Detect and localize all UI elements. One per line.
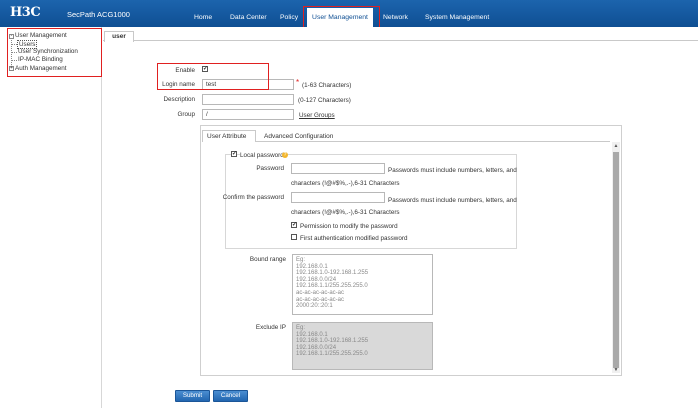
highlight-tree-box	[7, 28, 102, 77]
confirm-password-input[interactable]	[291, 192, 385, 203]
group-label: Group	[177, 111, 195, 118]
nav-policy[interactable]: Policy	[280, 14, 298, 21]
scroll-down-icon[interactable]: ▼	[612, 366, 620, 374]
required-star: *	[296, 78, 300, 87]
group-input[interactable]: /	[202, 109, 294, 120]
permission-modify-checkbox[interactable]: ✓	[291, 222, 297, 228]
product-name: SecPath ACG1000	[67, 10, 130, 19]
confirm-hint-line2: characters (!@#$%,.-),6-31 Characters	[291, 209, 400, 216]
nav-network[interactable]: Network	[383, 14, 408, 21]
permission-modify-label: Permission to modify the password	[300, 223, 398, 230]
scrollbar-thumb[interactable]	[613, 152, 619, 368]
subtab-user-attribute[interactable]: User Attribute	[207, 133, 246, 140]
confirm-password-label: Confirm the password	[222, 194, 284, 201]
highlight-form-box	[157, 63, 269, 90]
user-groups-link[interactable]: User Groups	[299, 112, 335, 119]
help-icon[interactable]: ?	[282, 152, 288, 158]
nav-data-center[interactable]: Data Center	[230, 14, 267, 21]
login-name-hint: (1-63 Characters)	[302, 82, 352, 89]
scroll-up-icon[interactable]: ▲	[612, 142, 620, 150]
bound-range-label: Bound range	[249, 256, 286, 263]
description-label: Description	[163, 96, 196, 103]
password-input[interactable]	[291, 163, 385, 174]
brand-logo: H3C	[10, 5, 41, 20]
first-auth-checkbox[interactable]	[291, 234, 297, 240]
subtab-advanced-configuration[interactable]: Advanced Configuration	[264, 133, 333, 140]
tab-user[interactable]: user	[104, 31, 134, 42]
left-tree-panel	[0, 27, 102, 408]
local-password-checkbox[interactable]: ✓	[231, 151, 237, 157]
bound-range-textarea[interactable]: Eg: 192.168.0.1 192.168.1.0-192.168.1.25…	[292, 254, 433, 315]
password-hint-line1: Passwords must include numbers, letters,…	[388, 167, 517, 174]
nav-system-management[interactable]: System Management	[425, 14, 489, 21]
submit-button[interactable]: Submit	[175, 390, 210, 402]
confirm-hint-line1: Passwords must include numbers, letters,…	[388, 197, 517, 204]
subtab-divider	[256, 141, 610, 142]
password-label: Password	[256, 165, 284, 172]
cancel-button[interactable]: Cancel	[213, 390, 248, 402]
nav-home[interactable]: Home	[194, 14, 212, 21]
local-password-label: Local password	[240, 152, 286, 159]
first-auth-label: First authentication modified password	[300, 235, 408, 242]
description-hint: (0-127 Characters)	[298, 97, 351, 104]
exclude-ip-textarea[interactable]: Eg: 192.168.0.1 192.168.1.0-192.168.1.25…	[292, 322, 433, 370]
description-input[interactable]	[202, 94, 294, 105]
tab-strip	[103, 31, 698, 41]
password-hint-line2: characters (!@#$%,.-),6-31 Characters	[291, 180, 400, 187]
exclude-ip-label: Exclude IP	[255, 324, 286, 331]
